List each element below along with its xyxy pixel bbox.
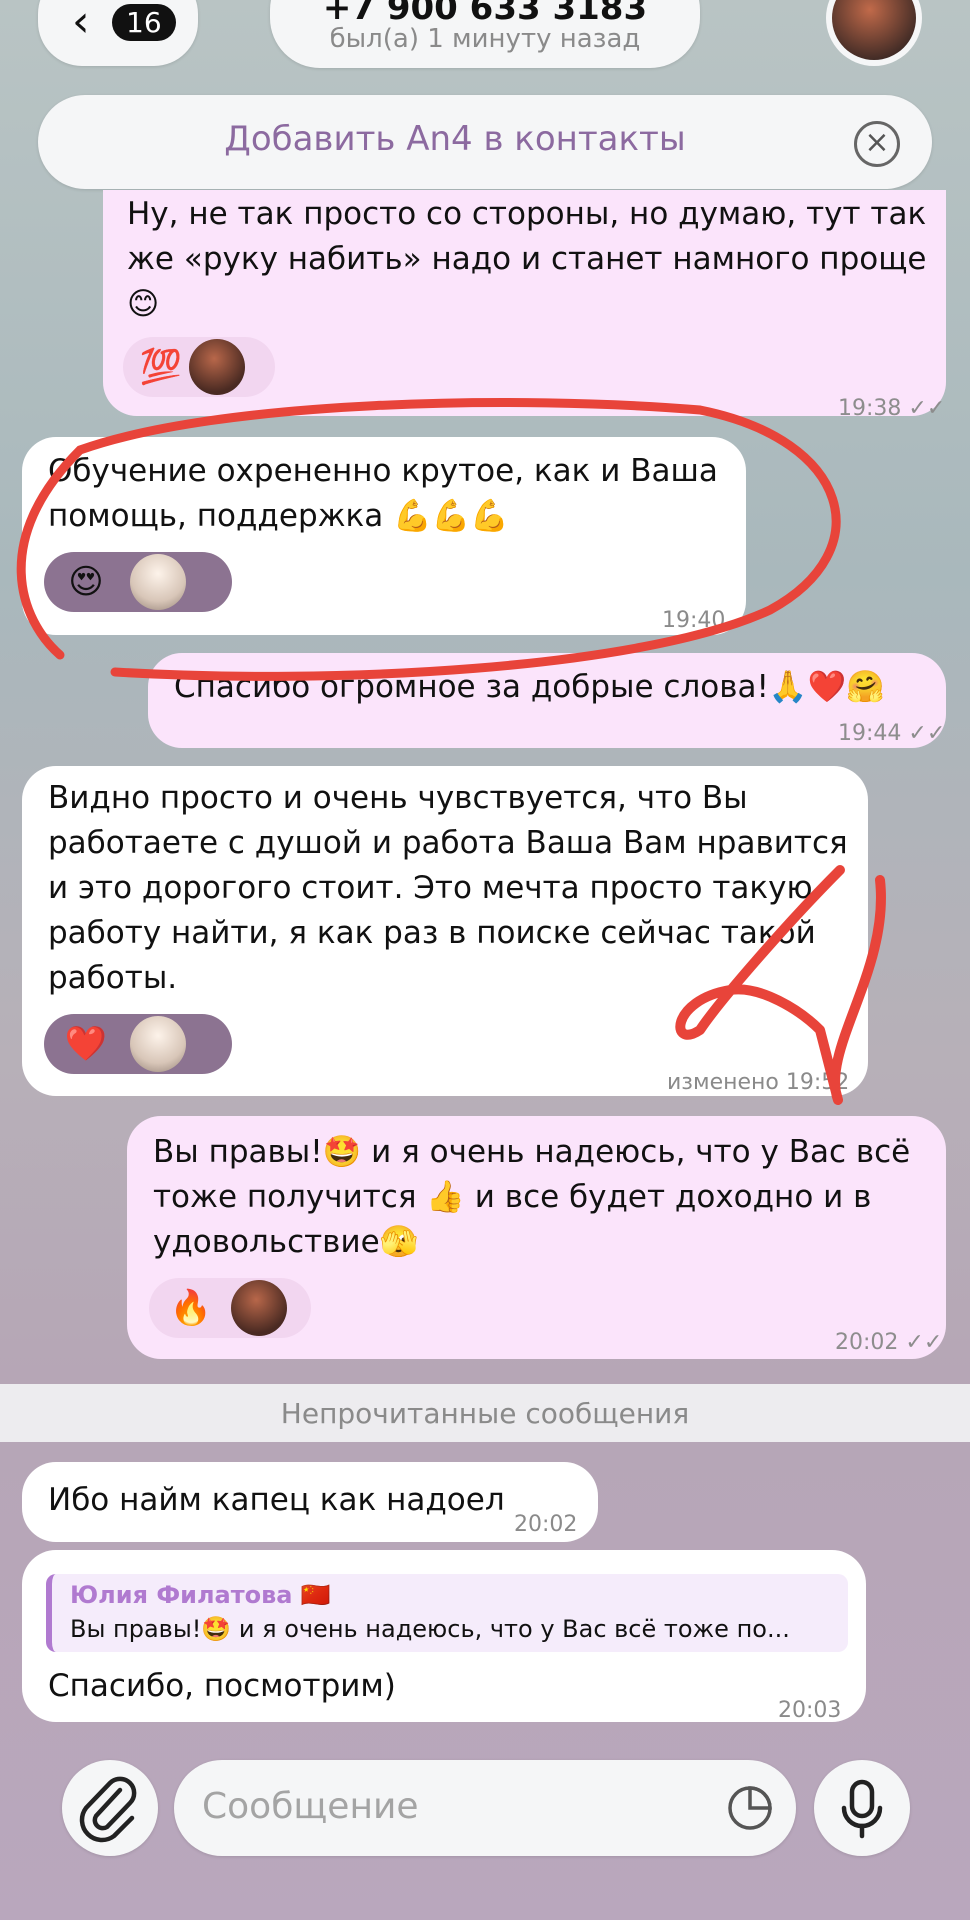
message-time: 19:44 ✓✓ [838, 721, 946, 746]
message-time: 20:03 [778, 1698, 842, 1723]
read-checkmarks-icon: ✓✓ [905, 1330, 943, 1355]
reactor-avatar [130, 554, 186, 610]
message-bubble-outgoing[interactable]: Спасибо огромное за добрые слова!🙏❤️🤗 19… [148, 653, 946, 748]
message-time: 20:02 [514, 1512, 578, 1537]
reactor-avatar [189, 339, 245, 395]
message-bubble-incoming[interactable]: Юлия Филатова 🇨🇳 Вы правы!🤩 и я очень на… [22, 1550, 866, 1723]
attach-button[interactable] [62, 1760, 158, 1856]
chevron-left-icon: ‹ [72, 0, 90, 47]
message-time: 19:38 ✓✓ [838, 396, 946, 421]
reaction-emoji: ❤️ [64, 1023, 108, 1064]
reply-author: Юлия Филатова 🇨🇳 [70, 1581, 331, 1609]
message-time: 19:40 [662, 608, 726, 633]
message-input-placeholder: Сообщение [202, 1786, 419, 1827]
unread-messages-separator: Непрочитанные сообщения [0, 1384, 970, 1442]
message-text: Ну, не так просто со стороны, но думаю, … [127, 196, 927, 322]
message-text: Обучение охрененно крутое, как и Ваша по… [48, 453, 718, 534]
paperclip-icon [79, 1776, 137, 1843]
read-checkmarks-icon: ✓✓ [908, 721, 946, 746]
message-text: Ибо найм капец как надоел [48, 1482, 505, 1518]
chat-header-info[interactable]: +7 900 633 3183 был(а) 1 минуту назад [270, 0, 700, 68]
reaction-emoji: 💯 [139, 346, 183, 387]
message-bubble-outgoing[interactable]: Ну, не так просто со стороны, но думаю, … [103, 190, 946, 421]
reply-text: Вы правы!🤩 и я очень надеюсь, что у Вас … [70, 1615, 790, 1643]
reaction-chip[interactable]: 🔥 [149, 1278, 311, 1338]
message-text: Спасибо огромное за добрые слова!🙏❤️🤗 [174, 669, 885, 705]
voice-record-button[interactable] [814, 1760, 910, 1856]
reaction-chip[interactable]: 💯 [123, 337, 275, 397]
message-time: изменено 19:52 [667, 1070, 850, 1095]
message-bubble-incoming[interactable]: Видно просто и очень чувствуется, что Вы… [22, 766, 868, 1096]
reply-quote[interactable]: Юлия Филатова 🇨🇳 Вы правы!🤩 и я очень на… [46, 1574, 848, 1652]
add-contact-label: Добавить An4 в контакты [224, 119, 686, 159]
unread-count-badge: 16 [112, 4, 176, 41]
back-button[interactable]: ‹ 16 [38, 0, 198, 66]
message-bubble-incoming[interactable]: Ибо найм капец как надоел 20:02 [22, 1462, 598, 1542]
reaction-chip[interactable]: 😍 [44, 552, 232, 612]
message-bubble-incoming[interactable]: Обучение охрененно крутое, как и Ваша по… [22, 437, 746, 635]
message-text: Вы правы!🤩 и я очень надеюсь, что у Вас … [153, 1134, 911, 1260]
message-time: 20:02 ✓✓ [835, 1330, 943, 1355]
reactor-avatar [231, 1280, 287, 1336]
reaction-chip[interactable]: ❤️ [44, 1014, 232, 1074]
close-icon[interactable]: × [854, 121, 900, 167]
add-contact-banner[interactable]: Добавить An4 в контакты × [38, 95, 932, 189]
microphone-icon [841, 1779, 883, 1839]
reactor-avatar [130, 1016, 186, 1072]
contact-status: был(а) 1 минуту назад [329, 24, 641, 54]
message-bubble-outgoing[interactable]: Вы правы!🤩 и я очень надеюсь, что у Вас … [127, 1116, 946, 1359]
message-text: Спасибо, посмотрим) [48, 1668, 396, 1704]
read-checkmarks-icon: ✓✓ [908, 396, 946, 421]
sticker-icon[interactable] [724, 1782, 776, 1834]
reaction-emoji: 😍 [68, 561, 104, 602]
contact-avatar[interactable] [826, 0, 922, 66]
reaction-emoji: 🔥 [169, 1287, 213, 1328]
message-input[interactable]: Сообщение [174, 1760, 796, 1856]
message-text: Видно просто и очень чувствуется, что Вы… [48, 780, 848, 996]
